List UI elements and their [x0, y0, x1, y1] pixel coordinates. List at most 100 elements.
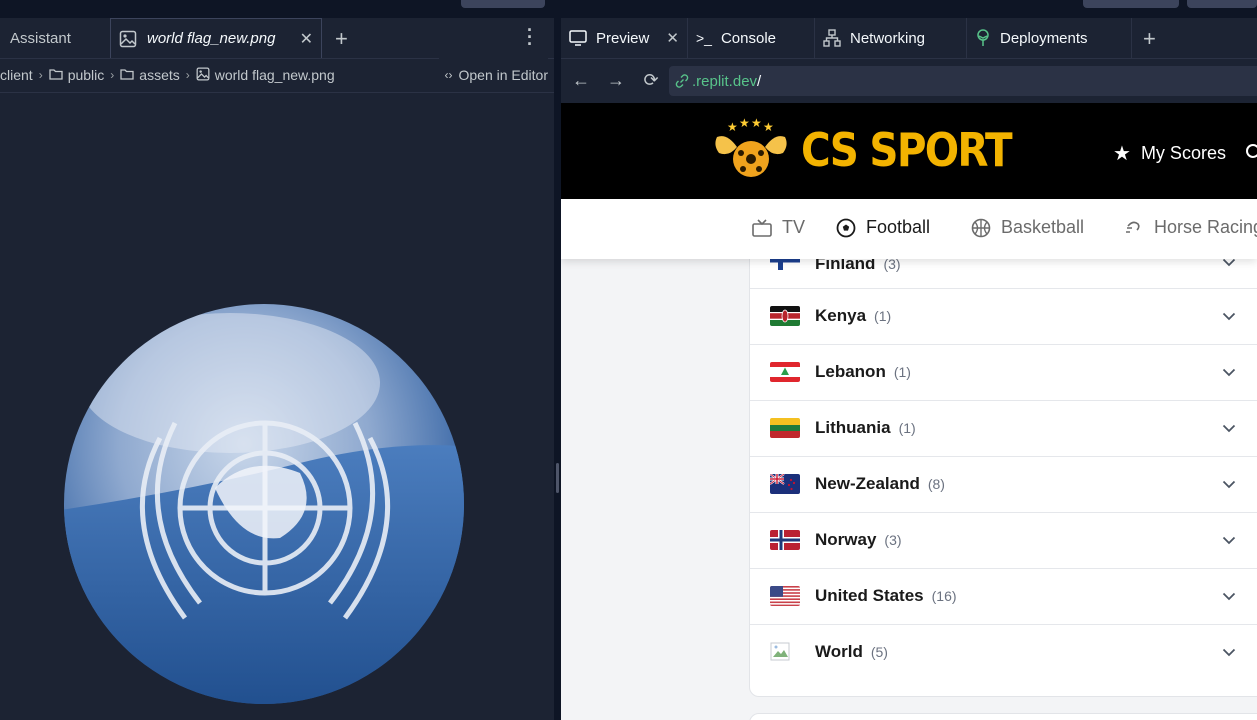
- next-section-card: [749, 713, 1257, 720]
- site-header: ★ ★ ★ ★ CS SPORT ★ My Scores: [561, 103, 1257, 199]
- nav-item-horse-racing[interactable]: Horse Racing: [1124, 217, 1257, 238]
- network-icon: [823, 29, 841, 47]
- nav-item-football[interactable]: Football: [836, 217, 930, 238]
- chevron-down-icon: [1222, 476, 1236, 494]
- nav-label: TV: [782, 217, 806, 237]
- broken-image-icon: [770, 642, 792, 662]
- webview-pane: Preview ✕ >_ Console Networking Deployme…: [561, 18, 1257, 720]
- un-globe-emblem-image: [64, 304, 464, 704]
- tab-label: Preview: [596, 29, 650, 47]
- list-item-united-states[interactable]: United States (16): [750, 568, 1257, 625]
- image-preview-area: [0, 93, 554, 720]
- country-name: Lebanon (1): [815, 362, 911, 381]
- reload-icon[interactable]: ⟳: [640, 69, 662, 91]
- chevron-down-icon: [1222, 532, 1236, 550]
- top-chip[interactable]: [1083, 0, 1179, 8]
- nav-item-basketball[interactable]: Basketball: [971, 217, 1084, 238]
- basketball-icon: [971, 218, 1001, 238]
- terminal-icon: >_: [696, 30, 712, 46]
- nav-label: Basketball: [1001, 217, 1085, 237]
- logo-emblem-icon[interactable]: ★ ★ ★ ★: [711, 116, 791, 188]
- match-count: (1): [874, 308, 892, 324]
- match-count: (16): [931, 588, 957, 604]
- url-path: /: [757, 72, 762, 90]
- chevron-right-icon: ›: [110, 68, 115, 82]
- breadcrumb-item-public[interactable]: public: [68, 67, 105, 83]
- back-arrow-icon[interactable]: ←: [570, 69, 592, 91]
- close-icon[interactable]: ✕: [300, 29, 313, 49]
- match-count: (5): [870, 644, 888, 660]
- svg-text:★: ★: [739, 117, 750, 130]
- url-input[interactable]: .replit.dev /: [669, 66, 1257, 96]
- chevron-down-icon: [1222, 588, 1236, 606]
- open-in-editor-button[interactable]: ‹› Open in Editor: [438, 58, 549, 92]
- svg-text:★: ★: [763, 120, 774, 134]
- football-icon: [836, 218, 866, 238]
- tab-preview[interactable]: Preview ✕: [561, 18, 688, 58]
- more-options-icon[interactable]: · · ·: [527, 21, 533, 53]
- list-item-norway[interactable]: Norway (3): [750, 512, 1257, 569]
- country-list: Finland (3) Kenya (1) Lebanon (1) Lithua…: [749, 243, 1257, 697]
- tab-label: Networking: [850, 29, 926, 47]
- tab-assistant[interactable]: Assistant: [0, 18, 110, 58]
- top-chip[interactable]: [1187, 0, 1257, 8]
- flag-norway-icon: [770, 530, 800, 550]
- right-tab-bar: Preview ✕ >_ Console Networking Deployme…: [561, 18, 1257, 59]
- country-name: United States (16): [815, 586, 957, 605]
- chevron-right-icon: ›: [185, 68, 190, 82]
- monitor-icon: [569, 30, 587, 46]
- chevron-right-icon: ›: [38, 68, 43, 82]
- breadcrumb-item-file[interactable]: world flag_new.png: [215, 67, 335, 83]
- nav-item-tv[interactable]: TV: [752, 217, 805, 238]
- new-tab-button[interactable]: +: [335, 26, 348, 52]
- match-count: (8): [927, 476, 945, 492]
- forward-arrow-icon[interactable]: →: [605, 69, 627, 91]
- list-item-new-zealand[interactable]: New-Zealand (8): [750, 456, 1257, 513]
- brand-logo-text[interactable]: CS SPORT: [801, 123, 1013, 177]
- close-icon[interactable]: ✕: [666, 29, 679, 47]
- search-icon[interactable]: [1245, 143, 1257, 166]
- breadcrumb-item-assets[interactable]: assets: [139, 67, 179, 83]
- svg-text:★: ★: [727, 120, 738, 134]
- pane-resize-handle[interactable]: [554, 18, 561, 720]
- resize-grip[interactable]: [556, 463, 559, 493]
- country-name: Norway (3): [815, 530, 902, 549]
- top-chip[interactable]: [461, 0, 545, 8]
- open-in-editor-label: Open in Editor: [458, 67, 549, 83]
- chevron-down-icon: [1222, 308, 1236, 326]
- image-icon: [119, 30, 137, 48]
- my-scores-link[interactable]: ★ My Scores: [1113, 141, 1226, 166]
- chevron-down-icon: [1222, 364, 1236, 382]
- flag-lebanon-icon: [770, 362, 800, 382]
- flag-new-zealand-icon: [770, 474, 800, 494]
- tab-image-file[interactable]: world flag_new.png ✕: [110, 18, 322, 58]
- my-scores-label: My Scores: [1140, 143, 1226, 163]
- deploy-icon: [975, 29, 991, 47]
- list-item-lithuania[interactable]: Lithuania (1): [750, 400, 1257, 457]
- breadcrumb-item-client[interactable]: client: [0, 67, 33, 83]
- list-item-kenya[interactable]: Kenya (1): [750, 288, 1257, 345]
- sport-nav: TV Football Basketball Horse Racing: [561, 199, 1257, 259]
- nav-label: Horse Racing: [1154, 217, 1257, 237]
- list-item-lebanon[interactable]: Lebanon (1): [750, 344, 1257, 401]
- folder-icon: [120, 67, 134, 83]
- country-name: New-Zealand (8): [815, 474, 945, 493]
- horse-racing-icon: [1124, 218, 1154, 238]
- match-count: (1): [893, 364, 911, 380]
- tab-console[interactable]: >_ Console: [688, 18, 815, 58]
- code-icon: ‹›: [444, 68, 453, 82]
- country-name: Kenya (1): [815, 306, 892, 325]
- chevron-down-icon: [1222, 644, 1236, 662]
- list-item-world[interactable]: World (5): [750, 624, 1257, 680]
- match-count: (3): [884, 532, 902, 548]
- folder-icon: [49, 67, 63, 83]
- match-count: (1): [898, 420, 916, 436]
- url-host: .replit.dev: [692, 72, 758, 90]
- left-tab-bar: Assistant world flag_new.png ✕ + · · ·: [0, 18, 554, 59]
- new-tab-button[interactable]: +: [1143, 26, 1156, 52]
- tab-networking[interactable]: Networking: [815, 18, 967, 58]
- flag-kenya-icon: [770, 306, 800, 326]
- tab-deployments[interactable]: Deployments: [967, 18, 1132, 58]
- chevron-down-icon: [1222, 420, 1236, 438]
- star-icon: ★: [1113, 143, 1131, 165]
